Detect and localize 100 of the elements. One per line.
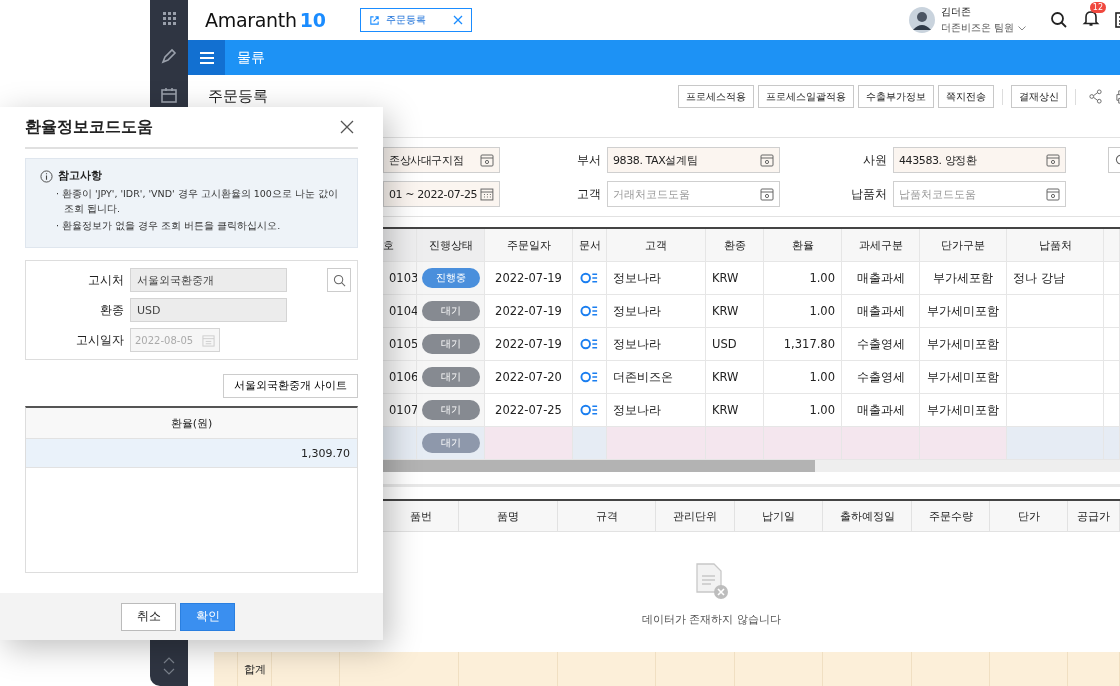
table-cell: KRW — [706, 262, 764, 294]
table-cell: 부가세미포함 — [920, 328, 1007, 360]
close-icon[interactable] — [340, 120, 354, 134]
column-header[interactable]: 주문수량 — [912, 501, 990, 531]
calendar-icon[interactable] — [480, 187, 494, 201]
column-header[interactable]: 납품처 — [1007, 229, 1104, 261]
code-field[interactable]: 443583. 양정환 — [893, 147, 1066, 173]
column-header[interactable]: 규격 — [558, 501, 656, 531]
table-cell: 0105 — [383, 328, 417, 360]
toolbar-button[interactable]: 프로세스일괄적용 — [758, 85, 854, 108]
code-field[interactable]: 9838. TAX설계팀 — [607, 147, 780, 173]
table-cell: 2022-07-25 — [485, 394, 573, 426]
column-header[interactable]: 단가구분 — [920, 229, 1007, 261]
code-help-icon[interactable] — [760, 153, 774, 167]
site-link-button[interactable]: 서울외국환중개 사이트 — [222, 374, 358, 398]
open-page-tab[interactable]: 주문등록 — [359, 8, 472, 32]
apps-grid-icon[interactable] — [161, 10, 177, 26]
table-cell: 0103 — [383, 262, 417, 294]
module-title: 물류 — [237, 48, 265, 67]
column-header[interactable]: 과세구분 — [842, 229, 920, 261]
dialog-title: 환율정보코드도움 — [25, 116, 153, 138]
pen-icon[interactable] — [160, 47, 178, 65]
column-header[interactable]: 환율(원) — [26, 408, 357, 439]
table-cell: 1.00 — [764, 361, 842, 393]
input-field[interactable]: 서울외국환중개 — [130, 268, 287, 292]
status-badge: 대기 — [421, 433, 480, 453]
tab-label: 주문등록 — [385, 13, 426, 27]
close-icon[interactable] — [452, 15, 463, 25]
status-badge: 대기 — [421, 301, 480, 321]
bell-icon[interactable] — [1082, 9, 1100, 27]
field-label: 고시처 — [87, 272, 125, 288]
notice-text: · 환종이 'JPY', 'IDR', 'VND' 경우 고시환율의 100으로 나눈 값이 조회 됩니다. — [56, 187, 339, 216]
date-range-field[interactable]: 01 ~ 2022-07-25 — [383, 181, 500, 207]
table-cell: 부가세미포함 — [920, 394, 1007, 426]
external-link-icon — [368, 14, 380, 26]
column-header[interactable]: 품명 — [459, 501, 558, 531]
table-cell: 1,317.80 — [764, 328, 842, 360]
table-cell: KRW — [706, 295, 764, 327]
table-cell: 매출과세 — [842, 394, 920, 426]
toolbar-button[interactable]: 프로세스적용 — [678, 85, 754, 108]
table-cell: 1.00 — [764, 295, 842, 327]
column-header[interactable]: 납기일 — [735, 501, 823, 531]
filter-label: 납품처 — [850, 185, 888, 203]
code-field[interactable]: 존상사대구지점 — [383, 147, 500, 173]
toolbar-button[interactable]: 결재상신 — [1011, 85, 1067, 108]
column-header[interactable]: 진행상태 — [417, 229, 485, 261]
scroll-arrows-icon[interactable] — [162, 656, 176, 676]
table-cell: 0104 — [383, 295, 417, 327]
column-header[interactable]: 공급가 — [1068, 501, 1120, 531]
column-header[interactable]: 환종 — [706, 229, 764, 261]
column-header[interactable]: 출하예정일 — [823, 501, 912, 531]
column-header[interactable]: 고객 — [607, 229, 706, 261]
table-cell: KRW — [706, 394, 764, 426]
column-header[interactable]: 주문일자 — [485, 229, 573, 261]
share-icon[interactable] — [1088, 89, 1103, 104]
search-button[interactable] — [327, 268, 351, 292]
document-icon[interactable] — [580, 305, 599, 317]
table-cell: USD — [706, 328, 764, 360]
user-name[interactable]: 김더존 — [940, 5, 1026, 19]
toolbar-button[interactable]: 쪽지전송 — [938, 85, 994, 108]
page-title: 주문등록 — [208, 87, 268, 106]
table-cell: 수출영세 — [842, 328, 920, 360]
no-data-icon — [693, 562, 730, 600]
table-cell: 2022-07-19 — [485, 262, 573, 294]
avatar[interactable] — [908, 7, 935, 33]
status-badge: 대기 — [421, 334, 480, 354]
table-cell: 1.00 — [764, 394, 842, 426]
column-header[interactable]: 관리단위 — [656, 501, 735, 531]
table-cell: 정보나라 — [607, 394, 706, 426]
column-header[interactable]: 단가 — [990, 501, 1068, 531]
document-icon[interactable] — [580, 371, 599, 383]
menu-button[interactable] — [188, 40, 225, 75]
chevron-down-icon[interactable] — [1018, 25, 1026, 31]
filter-label: 고객 — [576, 185, 602, 203]
toolbar-button[interactable]: 수출부가정보 — [858, 85, 934, 108]
column-header[interactable]: 문서 — [573, 229, 607, 261]
grid-row[interactable]: 1,309.70 — [26, 439, 357, 468]
table-cell: 1.00 — [764, 262, 842, 294]
code-help-icon[interactable] — [480, 153, 494, 167]
menu-icon — [199, 51, 214, 64]
search-icon[interactable] — [1050, 11, 1068, 29]
column-header[interactable]: 환율 — [764, 229, 842, 261]
column-header[interactable]: 호 — [383, 229, 417, 261]
filter-label: 부서 — [576, 151, 602, 169]
calendar-icon[interactable] — [160, 86, 178, 104]
app-logo[interactable]: Amaranth 10 — [205, 9, 326, 31]
document-icon[interactable] — [580, 272, 599, 284]
horizontal-scrollbar[interactable] — [383, 460, 1120, 472]
table-cell: 정보나라 — [607, 295, 706, 327]
document-icon[interactable] — [580, 404, 599, 416]
code-help-icon[interactable] — [760, 187, 774, 201]
document-icon[interactable] — [580, 338, 599, 350]
field-label: 환종 — [99, 302, 125, 318]
code-help-icon[interactable] — [1046, 153, 1060, 167]
table-cell: 수출영세 — [842, 361, 920, 393]
code-help-icon[interactable] — [1046, 187, 1060, 201]
table-cell: 정보나라 — [607, 328, 706, 360]
table-cell: KRW — [706, 361, 764, 393]
cancel-button[interactable]: 취소 — [121, 602, 176, 631]
input-field[interactable]: USD — [130, 298, 287, 322]
